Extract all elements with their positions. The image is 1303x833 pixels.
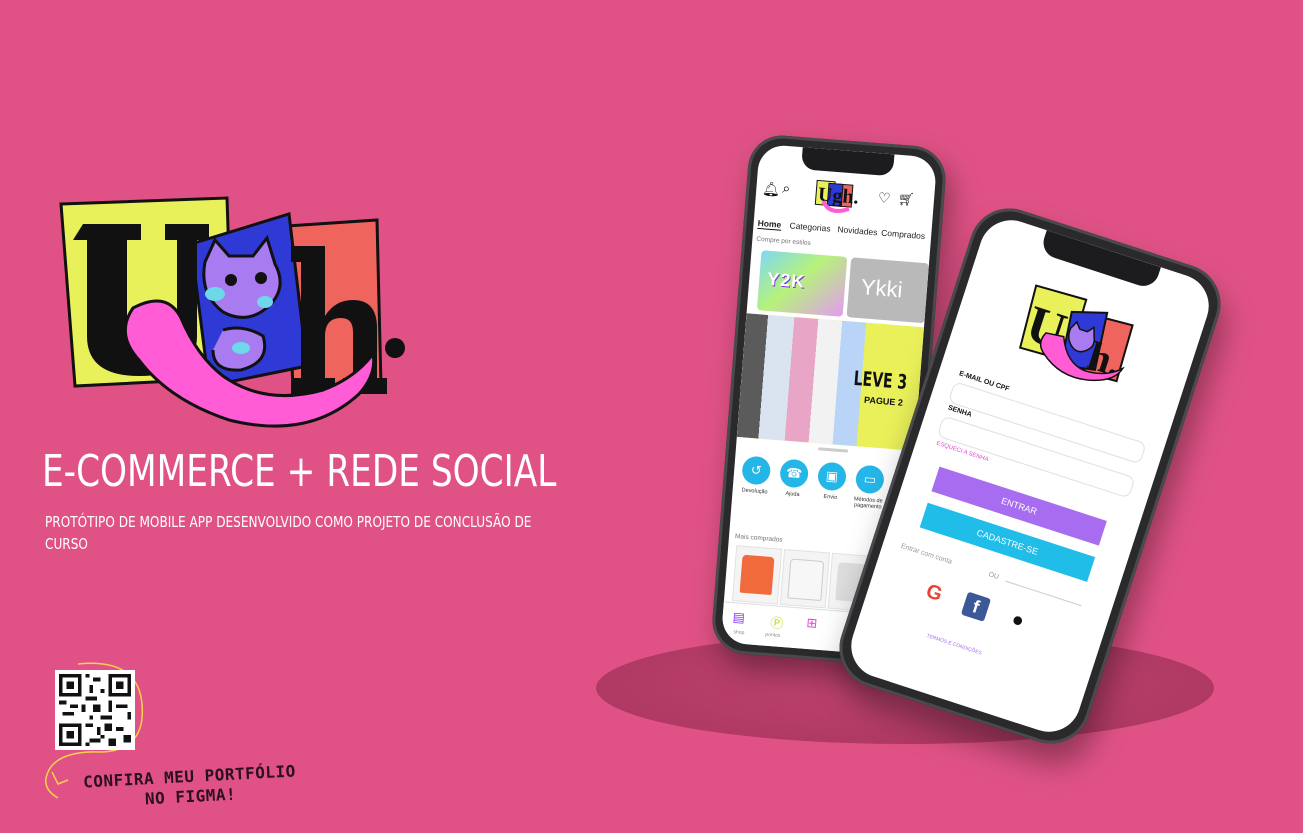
banner-ykki-label: Ykki	[860, 274, 904, 303]
box-icon[interactable]: ▣	[816, 461, 848, 492]
promo-photo	[736, 313, 867, 447]
phone-notch	[1039, 230, 1161, 291]
or-divider-label: OU	[987, 571, 1000, 582]
promo-title: LEVE 3	[852, 365, 909, 395]
app-logo: U h.	[1018, 284, 1134, 385]
truck-icon[interactable]: ↺	[741, 455, 772, 486]
headline: E-COMMERCE + REDE SOCIAL	[42, 446, 557, 497]
coin-icon[interactable]: Ⓟ	[770, 612, 784, 632]
ugh-logo	[59, 196, 405, 428]
terms-link[interactable]: TERMOS E CONDIÇÕES	[926, 633, 983, 657]
heart-icon[interactable]: ♡	[877, 189, 891, 207]
tab-novidades[interactable]: Novidades	[837, 224, 878, 237]
card-icon[interactable]: ▭	[854, 464, 885, 495]
cart-icon[interactable]: 🛒︎	[897, 191, 915, 208]
style-banner-y2k[interactable]: Y2K	[756, 250, 848, 317]
shortcut-label: Ajuda	[785, 490, 800, 498]
headset-icon[interactable]: ☎	[779, 458, 810, 489]
bell-icon[interactable]: 🔔︎	[762, 180, 781, 198]
nav-label: pontos	[765, 631, 781, 639]
shortcut-label: Devolução	[741, 487, 768, 496]
search-icon[interactable]: ⌕	[782, 180, 791, 198]
banner-y2k-label: Y2K	[766, 268, 807, 292]
nav-label: shop	[733, 629, 745, 637]
tab-comprados[interactable]: Comprados	[881, 228, 926, 241]
promo-banner[interactable]: LEVE 3 PAGUE 2	[736, 313, 936, 452]
logo-dot	[385, 338, 405, 358]
google-icon[interactable]: G	[919, 578, 949, 608]
tab-categorias[interactable]: Categorias	[789, 220, 831, 233]
subtitle: PROTÓTIPO DE MOBILE APP DESENVOLVIDO COM…	[45, 513, 532, 553]
promo-subtitle: PAGUE 2	[863, 394, 904, 408]
carousel-indicator	[818, 447, 849, 453]
shortcut-label: Envio	[823, 493, 838, 501]
plus-icon[interactable]: ⊞	[806, 615, 818, 632]
qr-code-icon[interactable]	[54, 670, 136, 750]
login-with-label: Entrar com conta	[899, 542, 953, 566]
product-card[interactable]	[779, 548, 831, 609]
app-logo: Ugh.	[814, 179, 859, 213]
product-card[interactable]	[731, 545, 783, 605]
bag-icon[interactable]: ▤	[732, 609, 745, 626]
style-banner-ykki[interactable]: Ykki	[846, 257, 930, 324]
section-title-most-bought: Mais comprados	[734, 533, 783, 544]
apple-icon[interactable]: ●	[1003, 605, 1033, 635]
facebook-icon[interactable]: f	[960, 591, 992, 622]
tab-home[interactable]: Home	[757, 217, 782, 231]
divider-line	[1005, 580, 1082, 607]
